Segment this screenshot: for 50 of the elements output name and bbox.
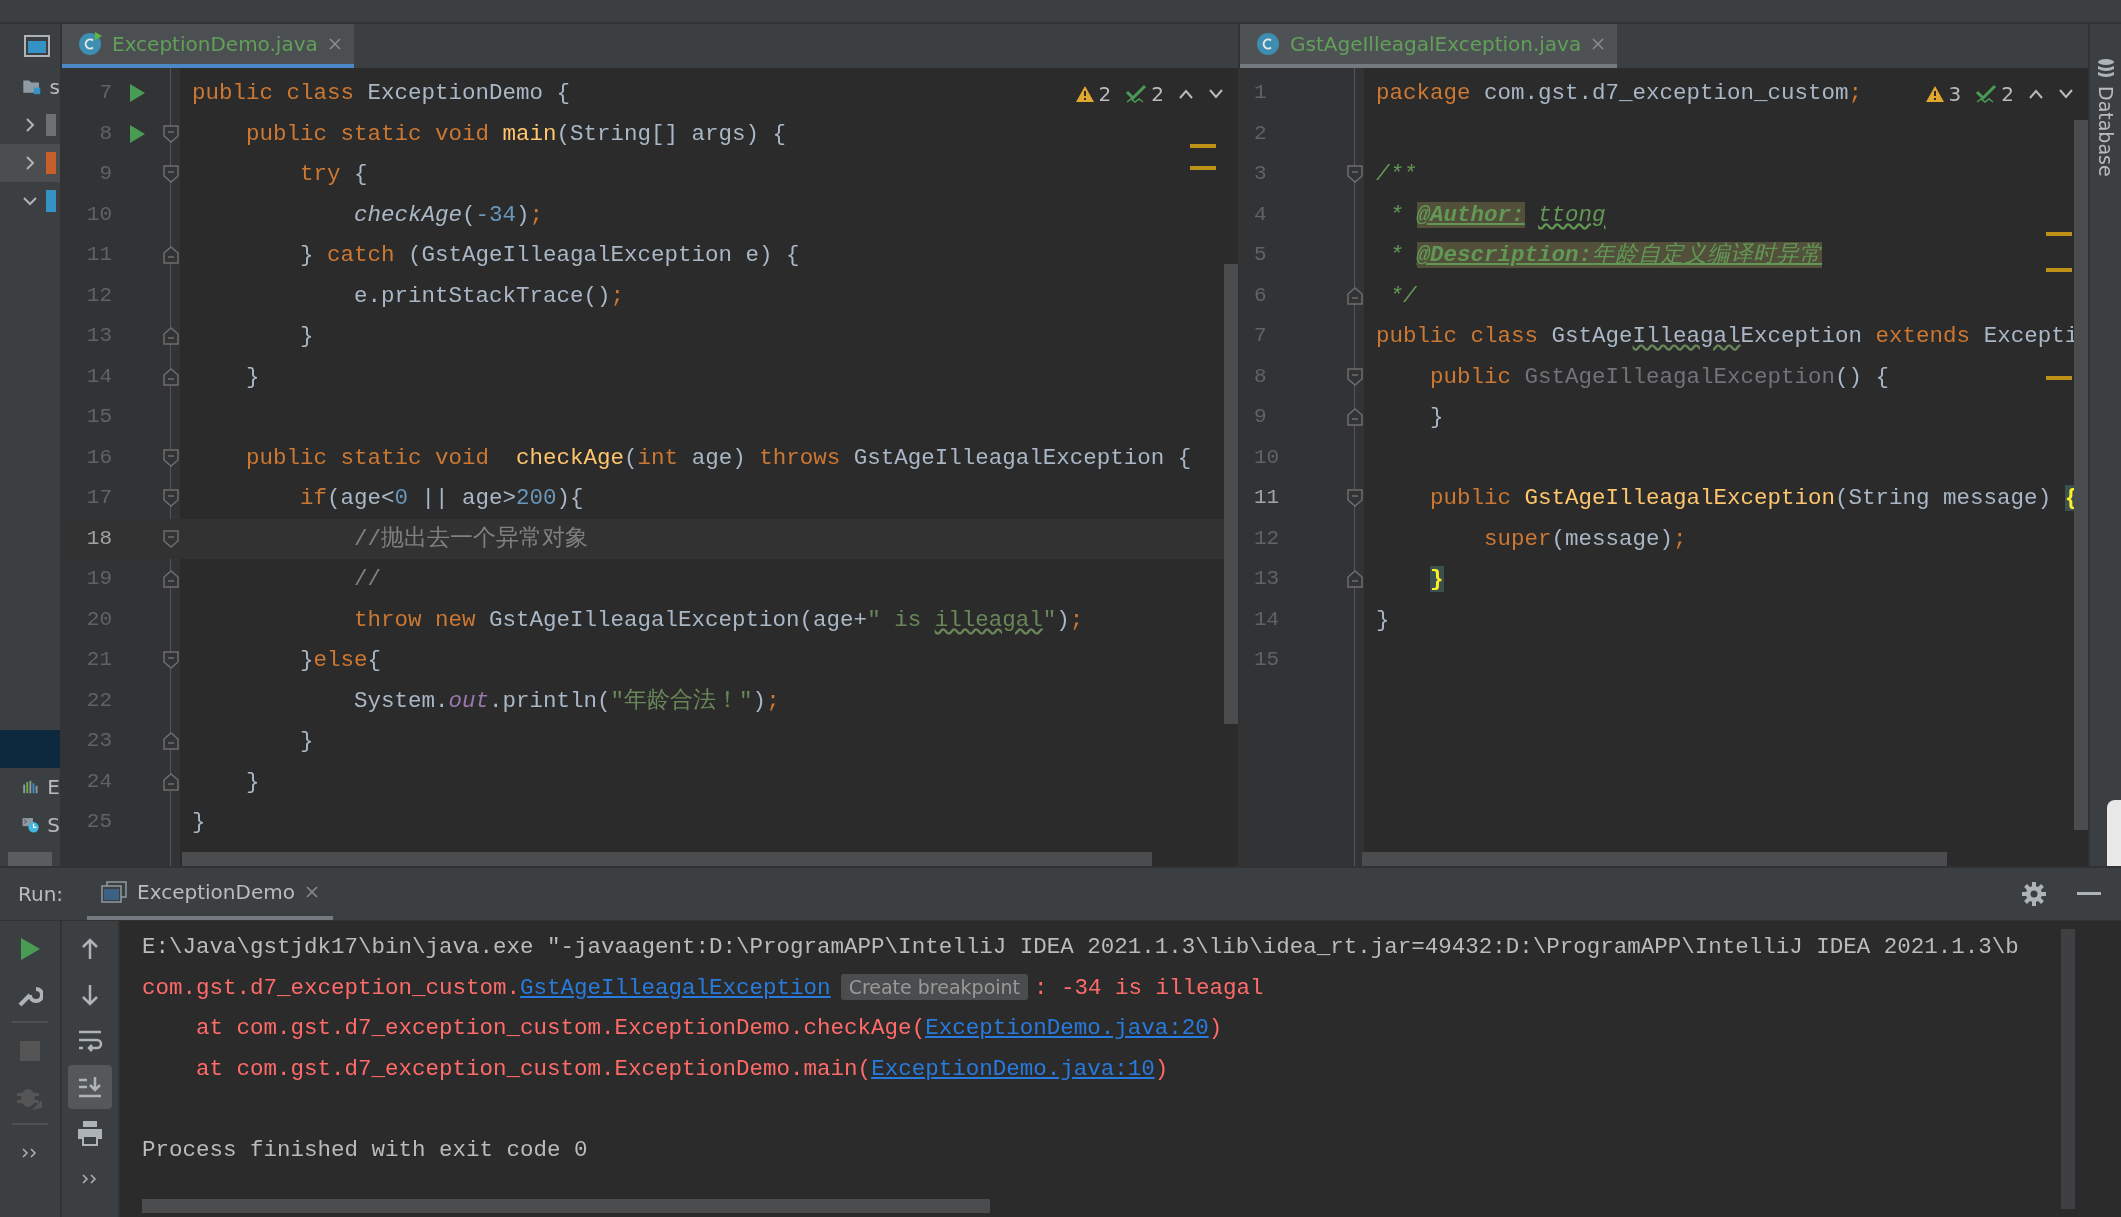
code-line: checkAge(-34); [353, 200, 544, 230]
source-link[interactable]: ExceptionDemo.java:10 [871, 1055, 1155, 1082]
code-line: /** [1376, 160, 1417, 189]
code-line: public GstAgeIlleagalException() { [1429, 362, 1890, 392]
code-line: //抛出去一个异常对象 [353, 524, 589, 554]
code-line: throw new GstAgeIlleagalException(age+" is illeagal"); [353, 605, 1084, 635]
project-tree-row[interactable]: s [0, 68, 60, 106]
code-line: public class GstAgeIlleagalException extends Excepti [1376, 322, 2079, 351]
code-line: } [192, 808, 206, 837]
weak-warning-count[interactable]: 2 [1125, 82, 1164, 106]
code-line: public static void checkAge(int age) throws GstAgeIlleagalException { [245, 443, 1192, 473]
code-line: super(message); [1483, 524, 1687, 554]
code-line: if(age<0 || age>200){ [299, 484, 584, 513]
run-panel-label: Run: [18, 882, 64, 906]
console-line: at com.gst.d7_exception_custom.ExceptionDemo.main(ExceptionDemo.java:10) [195, 1054, 1169, 1084]
code-line: } [299, 727, 314, 756]
breakpoint-tooltip: Create breakpoint [840, 974, 1029, 1001]
code-line: } [245, 767, 260, 797]
code-line: package com.gst.d7_exception_custom; [1376, 79, 1863, 108]
code-line: * @Author: ttong [1388, 200, 1606, 230]
line-number: 11 [1253, 485, 1281, 511]
code-line: }else{ [299, 646, 382, 675]
code-line: } catch (GstAgeIlleagalException e) { [299, 241, 800, 270]
code-line: public static void main(String[] args) { [245, 119, 787, 149]
code-line: System.out.println("年龄合法！"); [353, 686, 780, 716]
console-line: Process finished with exit code 0 [142, 1135, 588, 1165]
run-tab[interactable]: ExceptionDemo [87, 868, 333, 920]
code-line: // [353, 565, 382, 594]
console-line: at com.gst.d7_exception_custom.ExceptionDemo.checkAge(ExceptionDemo.java:20) [195, 1014, 1223, 1044]
code-line: } [1429, 403, 1444, 432]
code-line: * @Description:年龄自定义编译时异常 [1388, 241, 1823, 270]
code-line: } [245, 362, 260, 392]
code-line: e.printStackTrace(); [353, 281, 625, 311]
source-link[interactable]: GstAgeIlleagalException [520, 975, 831, 1002]
code-line: } [299, 322, 314, 351]
tool-window-label[interactable]: E [47, 775, 60, 799]
console-line: com.gst.d7_exception_custom.GstAgeIlleagalException Create breakpoint : -34 is illeagal [142, 973, 1264, 1004]
database-tool-button[interactable]: Database [2094, 86, 2117, 177]
warning-count[interactable]: 2 [1074, 82, 1112, 106]
tool-window-label[interactable]: S [47, 813, 60, 837]
code-line: */ [1388, 281, 1417, 311]
weak-warning-count[interactable]: 2 [1975, 82, 2014, 106]
source-link[interactable]: ExceptionDemo.java:20 [925, 1015, 1209, 1042]
tree-item-label: s [49, 75, 60, 99]
warning-count[interactable]: 3 [1924, 82, 1962, 106]
code-line: } [1376, 605, 1390, 635]
code-line: public class ExceptionDemo { [192, 79, 571, 108]
line-number: 18 [85, 525, 112, 552]
console-line: E:\Java\gstjdk17\bin\java.exe "-javaagent:D:\ProgramAPP\IntelliJ IDEA 2021.1.3\lib\idea_rt.jar=49432:D:\ProgramAPP\IntelliJ IDEA 2021.1.3\b [142, 933, 2019, 963]
code-line: try { [299, 160, 368, 189]
